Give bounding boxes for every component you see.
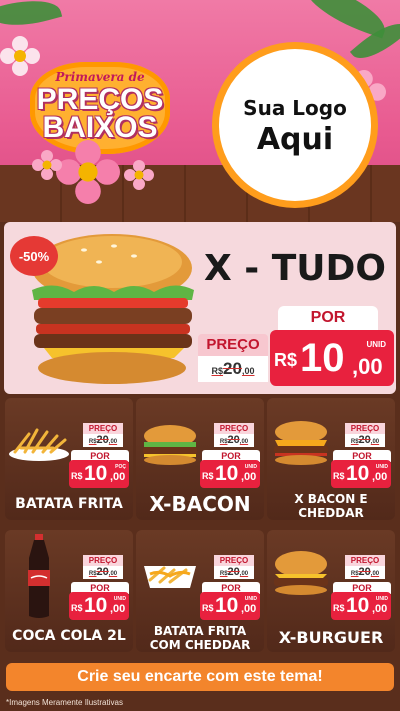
price-box: R$ 10,00 UNID	[331, 460, 391, 488]
burger-image	[143, 425, 197, 465]
promo-title-line1: PREÇOS	[36, 83, 164, 116]
product-name: X-BURGUER	[278, 628, 384, 647]
featured-old-price: R$20,00	[198, 356, 268, 382]
featured-preco-label: PREÇO	[198, 334, 268, 356]
product-name: X-BACON	[149, 492, 251, 516]
product-card-batata-frita[interactable]: PREÇO R$20,00 POR R$ 10,00 POÇ BATATA FRIT…	[5, 398, 133, 520]
price-box: R$ 10,00 UNID	[69, 592, 129, 620]
discount-badge: -50%	[10, 236, 58, 276]
product-name: BATATA FRITA	[15, 496, 123, 512]
featured-name: X - TUDO	[203, 248, 387, 289]
flower-icon	[56, 140, 120, 204]
price-box: R$ 10,00 UNID	[200, 460, 260, 488]
old-price: R$20,00	[214, 434, 254, 447]
logo-line1: Sua Logo	[243, 96, 347, 120]
product-name: BATATA FRITA COM CHEDDAR	[149, 624, 251, 652]
product-card-coca-cola[interactable]: PREÇO R$20,00 POR R$ 10,00 UNID COCA COLA …	[5, 530, 133, 652]
disclaimer-text: *Imagens Meramente Ilustrativas	[6, 698, 123, 707]
preco-label: PREÇO	[345, 555, 385, 566]
logo-placeholder[interactable]: Sua Logo Aqui	[212, 42, 378, 208]
price-box: R$ 10,00 UNID	[200, 592, 260, 620]
old-price: R$20,00	[83, 566, 123, 579]
price-box: R$ 10,00 POÇ	[69, 460, 129, 488]
preco-label: PREÇO	[214, 423, 254, 434]
preco-label: PREÇO	[83, 423, 123, 434]
old-price: R$20,00	[345, 566, 385, 579]
burger-image	[274, 421, 328, 465]
leaf-decoration	[0, 0, 63, 35]
header-banner: Primavera de PREÇOS BAIXOS Sua Logo Aqui	[0, 0, 400, 222]
product-name: X BACON E CHEDDAR	[294, 492, 368, 520]
soda-bottle-image	[28, 534, 50, 618]
old-price: R$20,00	[214, 566, 254, 579]
old-price: R$20,00	[345, 434, 385, 447]
fries-cheddar-image	[144, 566, 196, 588]
flower-icon	[32, 150, 62, 180]
burger-image	[274, 551, 328, 595]
cta-button[interactable]: Crie seu encarte com este tema!	[6, 663, 394, 691]
flower-icon	[124, 160, 154, 190]
flower-icon	[0, 36, 40, 76]
preco-label: PREÇO	[83, 555, 123, 566]
promo-subtitle: Primavera de	[55, 70, 145, 84]
old-price: R$20,00	[83, 434, 123, 447]
featured-por-label: POR	[278, 306, 378, 330]
product-card-x-burguer[interactable]: PREÇO R$20,00 POR R$ 10,00 UNID X-BURGUER	[267, 530, 395, 652]
featured-price: R$ 10 ,00 UNID	[270, 330, 394, 386]
product-card-batata-cheddar[interactable]: PREÇO R$20,00 POR R$ 10,00 UNID BATATA FRI…	[136, 530, 264, 652]
promo-title-line2: BAIXOS	[42, 111, 158, 144]
product-card-x-bacon[interactable]: PREÇO R$20,00 POR R$ 10,00 UNID X-BACON	[136, 398, 264, 520]
logo-line2: Aqui	[256, 122, 334, 157]
preco-label: PREÇO	[345, 423, 385, 434]
preco-label: PREÇO	[214, 555, 254, 566]
price-box: R$ 10,00 UNID	[331, 592, 391, 620]
promo-title: PREÇOS BAIXOS	[30, 83, 170, 144]
fries-image	[9, 428, 69, 461]
product-card-x-bacon-cheddar[interactable]: PREÇO R$20,00 POR R$ 10,00 UNID X BACON E …	[267, 398, 395, 520]
product-name: COCA COLA 2L	[12, 628, 126, 644]
